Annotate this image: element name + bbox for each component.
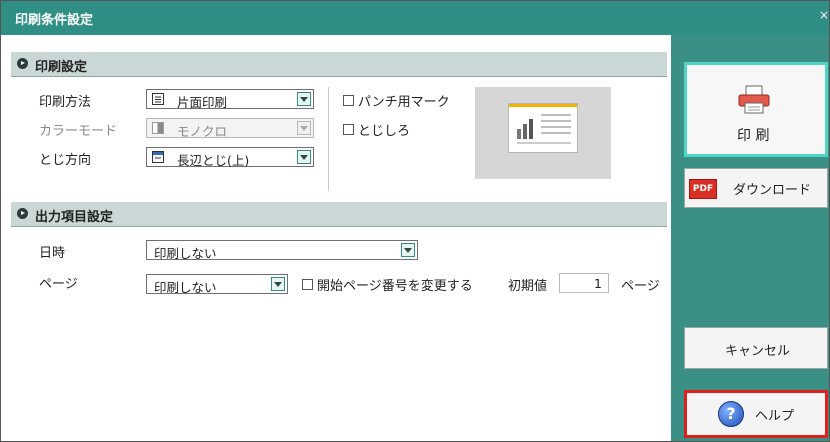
chevron-down-icon[interactable] — [297, 121, 311, 135]
download-button-label: ダウンロード — [733, 183, 812, 198]
initial-value-number: 1 — [594, 276, 602, 291]
section-bullet-icon — [17, 208, 28, 219]
initial-value-label: 初期値 — [508, 279, 548, 294]
document-icon — [152, 93, 164, 105]
print-settings-heading: 印刷設定 — [35, 60, 88, 75]
cancel-button-label: キャンセル — [725, 344, 791, 359]
chevron-down-icon[interactable] — [297, 92, 311, 106]
title-bar: 印刷条件設定 × — [1, 1, 829, 35]
print-settings-section-header: 印刷設定 — [11, 52, 667, 77]
print-button-label: 印 刷 — [737, 128, 770, 144]
print-button[interactable]: 印 刷 — [684, 62, 828, 157]
binding-margin-label[interactable]: とじしろ — [358, 120, 410, 139]
printer-icon — [737, 85, 771, 115]
change-start-page-label[interactable]: 開始ページ番号を変更する — [317, 275, 473, 294]
output-settings-heading: 出力項目設定 — [35, 210, 114, 225]
preview-page-icon — [508, 103, 578, 153]
binding-margin-checkbox[interactable] — [343, 124, 354, 135]
datetime-select[interactable]: 印刷しない — [146, 240, 418, 261]
help-button[interactable]: ? ヘルプ — [684, 390, 828, 438]
chevron-down-icon[interactable] — [271, 277, 285, 291]
pdf-badge-text: PDF — [692, 184, 714, 194]
chevron-down-icon[interactable] — [297, 150, 311, 164]
help-button-label: ヘルプ — [755, 409, 795, 424]
binding-direction-select[interactable]: 長辺とじ(上) — [146, 147, 314, 168]
chevron-down-icon[interactable] — [401, 243, 415, 257]
dialog-title: 印刷条件設定 — [15, 13, 94, 28]
monochrome-icon — [152, 122, 164, 134]
print-settings-dialog: 印刷条件設定 × 印刷設定 印刷方法 片面印刷 カラーモード モノクロ とじ方向… — [0, 0, 830, 442]
page-preview — [475, 87, 611, 179]
change-start-page-checkbox[interactable] — [302, 279, 313, 290]
help-glyph: ? — [726, 404, 736, 423]
output-settings-section-header: 出力項目設定 — [11, 202, 667, 227]
color-mode-select[interactable]: モノクロ — [146, 118, 314, 139]
page-label: ページ — [39, 277, 78, 292]
print-method-select[interactable]: 片面印刷 — [146, 89, 314, 110]
initial-value-input[interactable]: 1 — [559, 273, 609, 293]
page-value: 印刷しない — [154, 280, 217, 295]
color-mode-value: モノクロ — [177, 124, 228, 139]
help-icon: ? — [718, 401, 744, 427]
punch-mark-label[interactable]: パンチ用マーク — [358, 91, 450, 110]
download-button[interactable]: PDF ダウンロード — [684, 168, 828, 208]
binding-direction-label: とじ方向 — [39, 153, 92, 168]
initial-value-unit: ページ — [621, 279, 660, 294]
datetime-label: 日時 — [39, 246, 66, 261]
binding-icon — [152, 151, 164, 163]
print-method-label: 印刷方法 — [39, 95, 92, 110]
close-button[interactable]: × — [819, 8, 830, 26]
binding-direction-value: 長辺とじ(上) — [177, 153, 250, 168]
datetime-value: 印刷しない — [154, 246, 217, 261]
cancel-button[interactable]: キャンセル — [684, 327, 828, 369]
pdf-icon: PDF — [689, 179, 717, 199]
color-mode-label: カラーモード — [39, 124, 118, 139]
section-bullet-icon — [17, 58, 28, 69]
punch-mark-checkbox[interactable] — [343, 95, 354, 106]
page-select[interactable]: 印刷しない — [146, 274, 288, 295]
vertical-divider — [328, 87, 329, 191]
print-method-value: 片面印刷 — [177, 95, 228, 110]
